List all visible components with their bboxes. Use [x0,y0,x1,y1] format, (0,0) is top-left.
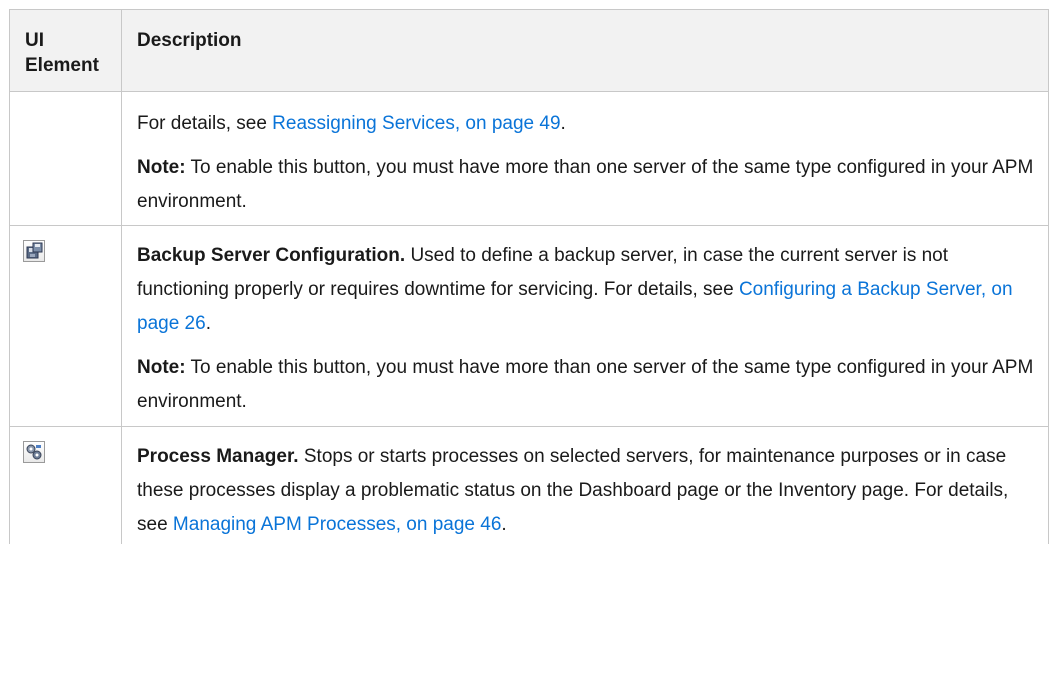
table-row: Backup Server Configuration. Used to def… [9,225,1049,427]
ui-element-cell [9,426,122,544]
process-manager-icon [23,441,45,463]
details-paragraph: For details, see Reassigning Services, o… [137,107,1034,141]
backup-server-configuration-icon [23,240,45,262]
note-label: Note: [137,157,186,178]
note-paragraph: Note: To enable this button, you must ha… [137,351,1034,419]
process-manager-title: Process Manager. [137,446,299,467]
ui-element-cell [9,225,122,427]
description-paragraph: Backup Server Configuration. Used to def… [137,239,1034,341]
backup-server-configuration-title: Backup Server Configuration. [137,245,406,266]
details-text: For details, see [137,113,273,134]
reassigning-services-link[interactable]: Reassigning Services, on page 49 [272,113,560,134]
ui-element-cell [9,91,122,226]
header-ui-element: UI Element [9,9,122,92]
table-row: Process Manager. Stops or starts process… [9,426,1049,544]
description-cell: Process Manager. Stops or starts process… [121,426,1049,544]
description-end: . [501,514,507,535]
table-header-row: UI Element Description [9,9,1049,92]
details-end: . [560,113,566,134]
note-paragraph: Note: To enable this button, you must ha… [137,151,1034,219]
description-cell: For details, see Reassigning Services, o… [121,91,1049,226]
description-paragraph: Process Manager. Stops or starts process… [137,440,1034,542]
table-row: For details, see Reassigning Services, o… [9,91,1049,226]
ui-elements-table: UI Element Description For details, see … [9,9,1049,544]
managing-apm-processes-link[interactable]: Managing APM Processes, on page 46 [173,514,501,535]
note-text: To enable this button, you must have mor… [137,157,1034,212]
header-description: Description [121,9,1049,92]
description-cell: Backup Server Configuration. Used to def… [121,225,1049,427]
description-end: . [205,313,211,334]
note-label: Note: [137,357,186,378]
note-text: To enable this button, you must have mor… [137,357,1034,412]
